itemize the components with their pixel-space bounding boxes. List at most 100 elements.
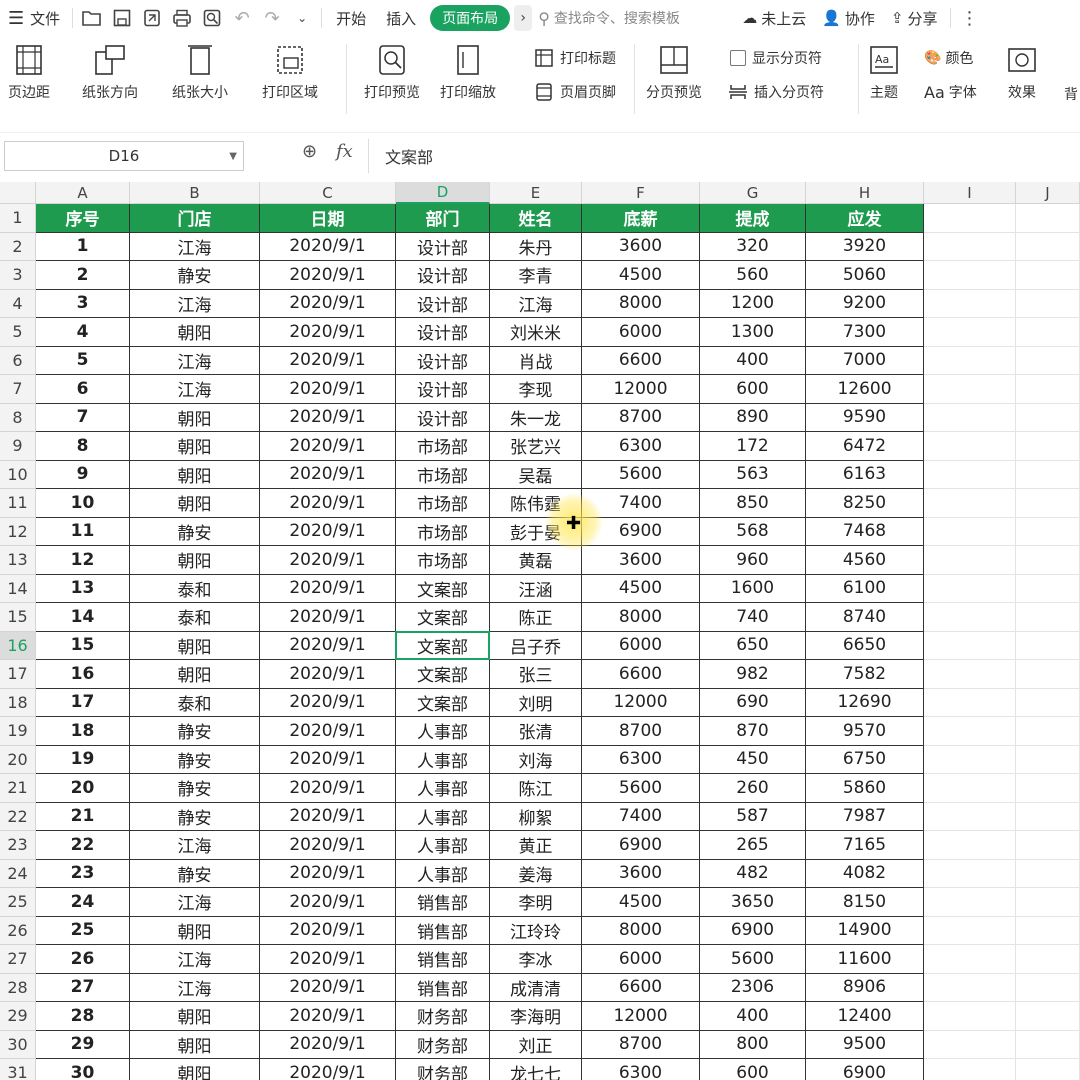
table-cell[interactable]: 陈伟霆 (490, 489, 582, 518)
print-icon[interactable] (167, 0, 197, 36)
empty-cell[interactable] (1016, 574, 1080, 603)
row-header[interactable]: 30 (0, 1030, 36, 1059)
table-cell[interactable]: 2020/9/1 (260, 574, 396, 603)
table-cell[interactable]: 12 (36, 546, 130, 575)
table-cell[interactable]: 1 (36, 232, 130, 261)
table-cell[interactable]: 姜海 (490, 859, 582, 888)
cloud-status-button[interactable]: ☁ 未上云 (734, 0, 814, 36)
table-cell[interactable]: 11 (36, 517, 130, 546)
table-cell[interactable]: 482 (700, 859, 806, 888)
table-cell[interactable]: 设计部 (396, 318, 490, 347)
table-cell[interactable]: 2020/9/1 (260, 546, 396, 575)
table-cell[interactable]: 陈正 (490, 603, 582, 632)
table-cell[interactable]: 黄正 (490, 831, 582, 860)
header-cell[interactable]: 应发 (806, 204, 924, 233)
empty-cell[interactable] (1016, 631, 1080, 660)
table-cell[interactable]: 600 (700, 1059, 806, 1080)
table-cell[interactable]: 6163 (806, 460, 924, 489)
row-header[interactable]: 10 (0, 460, 36, 489)
table-cell[interactable]: 2020/9/1 (260, 774, 396, 803)
row-header[interactable]: 28 (0, 973, 36, 1002)
table-cell[interactable]: 10 (36, 489, 130, 518)
table-cell[interactable]: 汪涵 (490, 574, 582, 603)
empty-cell[interactable] (1016, 717, 1080, 746)
table-cell[interactable]: 4082 (806, 859, 924, 888)
table-cell[interactable]: 刘正 (490, 1030, 582, 1059)
table-cell[interactable]: 8700 (582, 1030, 700, 1059)
row-header[interactable]: 23 (0, 831, 36, 860)
empty-cell[interactable] (1016, 432, 1080, 461)
row-header[interactable]: 20 (0, 745, 36, 774)
table-cell[interactable]: 7000 (806, 346, 924, 375)
table-cell[interactable]: 7468 (806, 517, 924, 546)
empty-cell[interactable] (1016, 460, 1080, 489)
table-cell[interactable]: 5600 (582, 774, 700, 803)
table-cell[interactable]: 30 (36, 1059, 130, 1080)
table-cell[interactable]: 设计部 (396, 261, 490, 290)
table-cell[interactable]: 13 (36, 574, 130, 603)
header-cell[interactable]: 底薪 (582, 204, 700, 233)
fonts-button[interactable]: Aa 字体 (924, 82, 977, 102)
header-cell[interactable]: 部门 (396, 204, 490, 233)
empty-cell[interactable] (1016, 945, 1080, 974)
table-cell[interactable]: 2020/9/1 (260, 859, 396, 888)
table-cell[interactable]: 690 (700, 688, 806, 717)
empty-cell[interactable] (924, 1030, 1016, 1059)
empty-cell[interactable] (1016, 517, 1080, 546)
table-cell[interactable]: 7 (36, 403, 130, 432)
table-cell[interactable]: 4560 (806, 546, 924, 575)
table-cell[interactable]: 20 (36, 774, 130, 803)
table-cell[interactable]: 人事部 (396, 831, 490, 860)
print-scale-button[interactable]: 打印缩放 (440, 44, 496, 102)
margins-button[interactable]: 页边距 (8, 44, 50, 102)
empty-cell[interactable] (924, 631, 1016, 660)
table-cell[interactable]: 6000 (582, 945, 700, 974)
empty-cell[interactable] (924, 232, 1016, 261)
table-cell[interactable]: 5600 (582, 460, 700, 489)
table-cell[interactable]: 市场部 (396, 489, 490, 518)
empty-cell[interactable] (924, 460, 1016, 489)
table-cell[interactable]: 朝阳 (130, 318, 260, 347)
table-cell[interactable]: 4500 (582, 888, 700, 917)
table-cell[interactable]: 静安 (130, 517, 260, 546)
empty-cell[interactable] (1016, 489, 1080, 518)
column-header-e[interactable]: E (490, 182, 582, 204)
empty-cell[interactable] (924, 1059, 1016, 1080)
row-header[interactable]: 19 (0, 717, 36, 746)
empty-cell[interactable] (1016, 831, 1080, 860)
table-cell[interactable]: 8906 (806, 973, 924, 1002)
table-cell[interactable]: 张清 (490, 717, 582, 746)
theme-button[interactable]: Aa 主题 (868, 44, 900, 102)
table-cell[interactable]: 设计部 (396, 289, 490, 318)
table-cell[interactable]: 陈江 (490, 774, 582, 803)
table-cell[interactable]: 6900 (582, 831, 700, 860)
share-button[interactable]: ⇪ 分享 (883, 0, 946, 36)
table-cell[interactable]: 朝阳 (130, 432, 260, 461)
table-cell[interactable]: 泰和 (130, 688, 260, 717)
table-cell[interactable]: 张三 (490, 660, 582, 689)
table-cell[interactable]: 市场部 (396, 460, 490, 489)
table-cell[interactable]: 6600 (582, 346, 700, 375)
column-header-f[interactable]: F (582, 182, 700, 204)
empty-cell[interactable] (924, 375, 1016, 404)
table-cell[interactable]: 泰和 (130, 603, 260, 632)
more-options-icon[interactable]: ⋮ (955, 0, 985, 36)
empty-cell[interactable] (924, 318, 1016, 347)
table-cell[interactable]: 人事部 (396, 859, 490, 888)
header-cell[interactable]: 日期 (260, 204, 396, 233)
table-cell[interactable]: 江海 (130, 831, 260, 860)
row-header[interactable]: 16 (0, 631, 36, 660)
empty-cell[interactable] (1016, 375, 1080, 404)
table-cell[interactable]: 7165 (806, 831, 924, 860)
empty-cell[interactable] (924, 973, 1016, 1002)
redo-icon[interactable]: ↷ (257, 0, 287, 36)
empty-cell[interactable] (924, 859, 1016, 888)
empty-cell[interactable] (924, 261, 1016, 290)
row-header[interactable]: 9 (0, 432, 36, 461)
empty-cell[interactable] (924, 346, 1016, 375)
table-cell[interactable]: 2020/9/1 (260, 232, 396, 261)
empty-cell[interactable] (1016, 888, 1080, 917)
table-cell[interactable]: 黄磊 (490, 546, 582, 575)
row-header[interactable]: 15 (0, 603, 36, 632)
table-cell[interactable]: 12000 (582, 1002, 700, 1031)
